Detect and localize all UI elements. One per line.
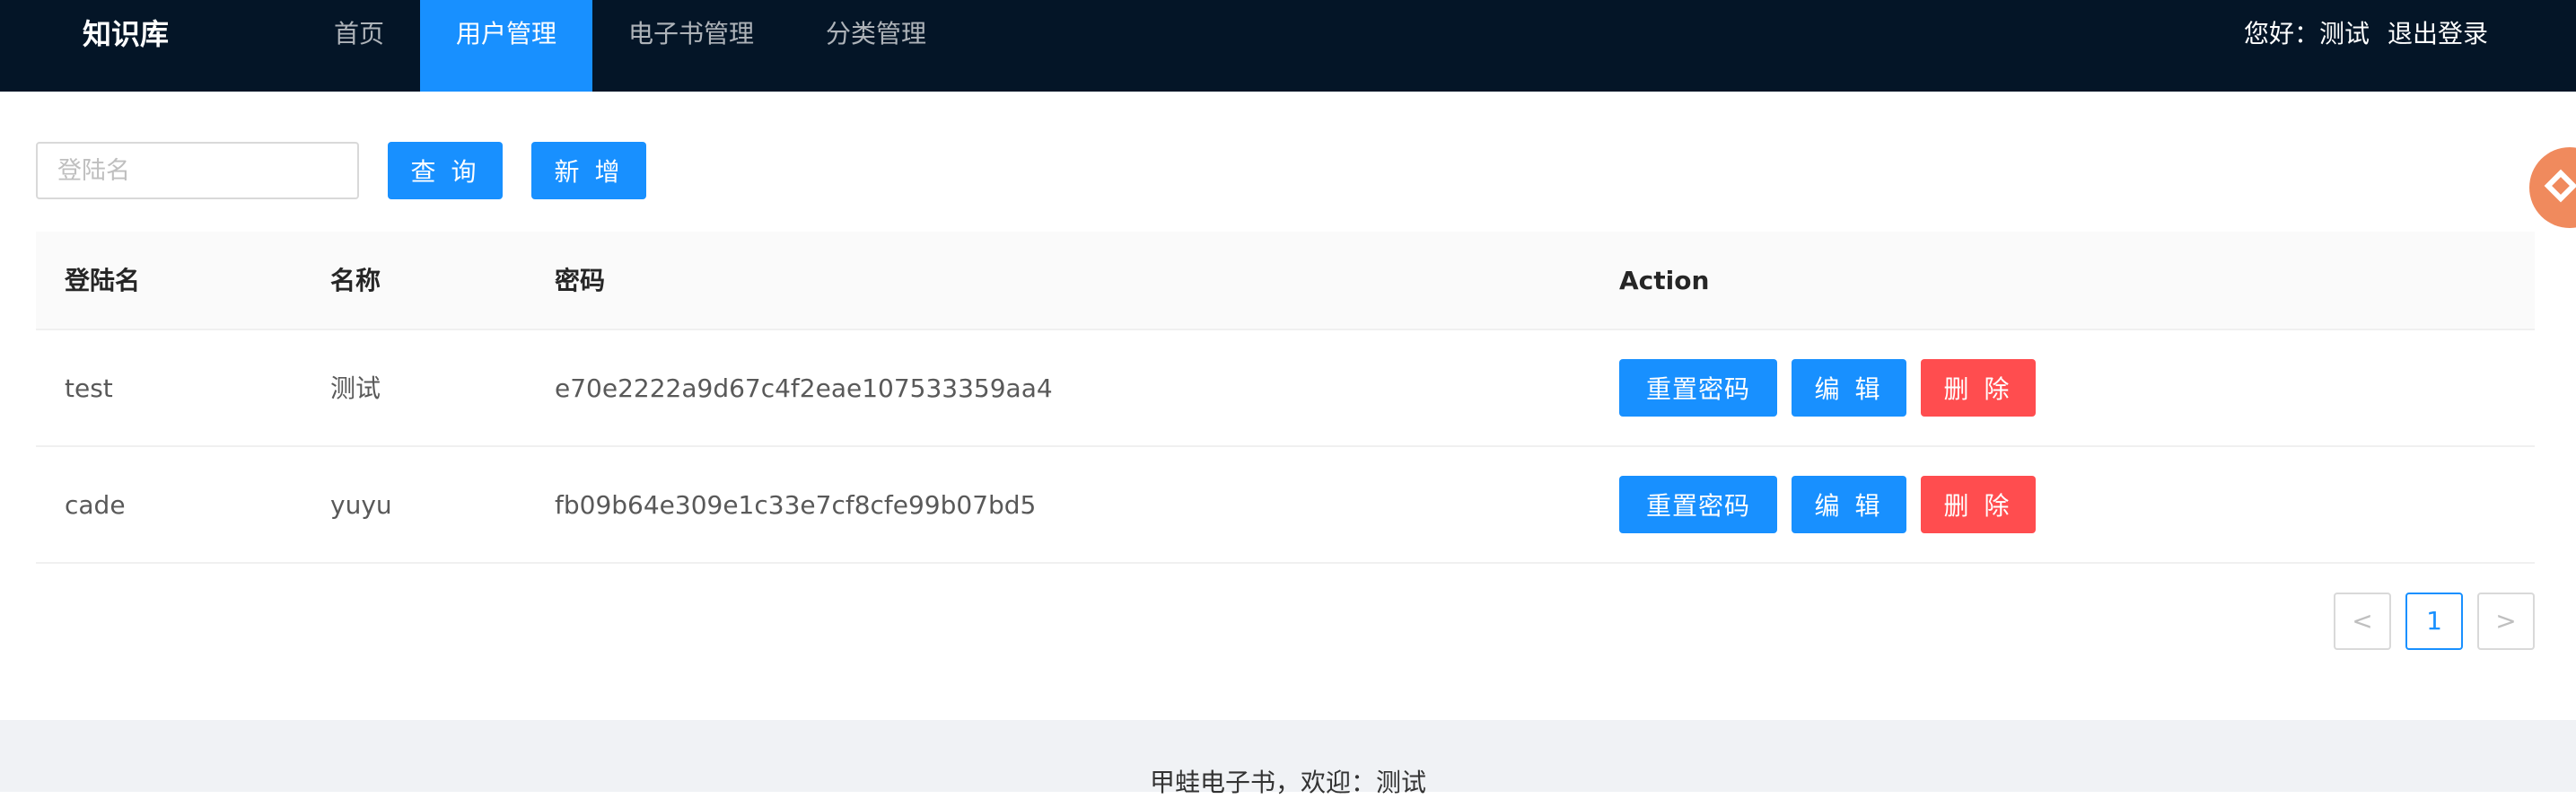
cell-password: fb09b64e309e1c33e7cf8cfe99b07bd5 — [555, 490, 1037, 520]
edit-button[interactable]: 编 辑 — [1792, 476, 1906, 533]
pagination-page-1[interactable]: 1 — [2405, 593, 2463, 650]
logout-link[interactable]: 退出登录 — [2388, 0, 2488, 68]
query-button[interactable]: 查 询 — [388, 142, 503, 199]
table-row: cade yuyu fb09b64e309e1c33e7cf8cfe99b07b… — [36, 447, 2535, 564]
nav-item-home[interactable]: 首页 — [316, 0, 402, 92]
add-button[interactable]: 新 增 — [531, 142, 646, 199]
nav-item-ebooks[interactable]: 电子书管理 — [610, 0, 772, 92]
pagination-next-button[interactable]: > — [2477, 593, 2535, 650]
cell-login: test — [65, 373, 113, 403]
top-header: 知识库 首页 用户管理 电子书管理 分类管理 您好：测试 退出登录 — [0, 0, 2576, 92]
footer: 甲蛙电子书，欢迎：测试 — [0, 720, 2576, 797]
user-greeting: 您好：测试 — [2244, 19, 2370, 48]
cell-name: 测试 — [330, 373, 381, 403]
column-header-action: Action — [1619, 266, 1710, 295]
cell-password: e70e2222a9d67c4f2eae107533359aa4 — [555, 373, 1053, 403]
logo: 知识库 — [83, 17, 170, 51]
diamond-icon — [2544, 169, 2576, 203]
column-header-name: 名称 — [330, 266, 381, 295]
pagination-prev-button[interactable]: < — [2334, 593, 2391, 650]
column-header-password: 密码 — [555, 266, 606, 295]
nav-item-users[interactable]: 用户管理 — [420, 0, 592, 92]
cell-login: cade — [65, 490, 126, 520]
table-header: 登陆名 名称 密码 Action — [36, 232, 2535, 330]
cell-name: yuyu — [330, 490, 392, 520]
reset-password-button[interactable]: 重置密码 — [1619, 476, 1777, 533]
delete-button[interactable]: 删 除 — [1921, 476, 2036, 533]
user-table: 登陆名 名称 密码 Action test 测试 e70e2222a9d67c4… — [36, 232, 2535, 564]
reset-password-button[interactable]: 重置密码 — [1619, 359, 1777, 417]
nav-item-categories[interactable]: 分类管理 — [808, 0, 944, 92]
table-row: test 测试 e70e2222a9d67c4f2eae107533359aa4… — [36, 330, 2535, 447]
column-header-login: 登陆名 — [65, 266, 141, 295]
delete-button[interactable]: 删 除 — [1921, 359, 2036, 417]
edit-button[interactable]: 编 辑 — [1792, 359, 1906, 417]
footer-text: 甲蛙电子书，欢迎：测试 — [1149, 768, 1426, 797]
login-name-search-input[interactable] — [36, 142, 359, 199]
floating-widget-button[interactable] — [2529, 147, 2576, 228]
